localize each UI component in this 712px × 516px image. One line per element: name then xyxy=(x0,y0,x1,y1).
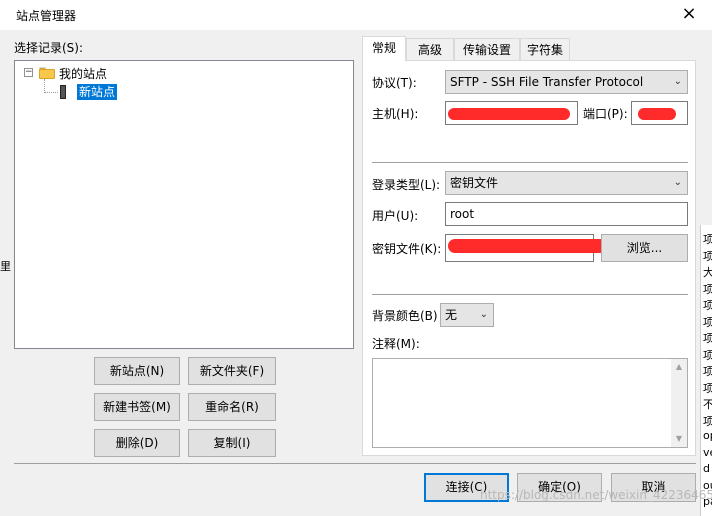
background-color-select[interactable]: 无 ⌄ xyxy=(440,303,494,327)
background-window-left-glyph: 里 xyxy=(0,260,11,273)
keyfile-label: 密钥文件(K): xyxy=(372,242,442,256)
login-type-select[interactable]: 密钥文件 ⌄ xyxy=(445,171,688,195)
background-window-glyph: 不 xyxy=(703,398,712,411)
background-window-glyph: op xyxy=(703,429,712,442)
scroll-down-icon[interactable]: ▼ xyxy=(671,431,687,447)
copy-button[interactable]: 复制(I) xyxy=(188,429,276,457)
background-window-glyph: 项 xyxy=(703,282,712,296)
protocol-label: 协议(T): xyxy=(372,76,417,90)
tree-item-new-site[interactable]: 新站点 xyxy=(75,83,119,101)
user-label: 用户(U): xyxy=(372,209,419,223)
tree-collapse-icon[interactable]: − xyxy=(24,68,33,77)
chevron-down-icon: ⌄ xyxy=(673,177,682,188)
footer-separator xyxy=(14,463,696,464)
background-window-glyph: ve xyxy=(703,445,712,459)
host-label: 主机(H): xyxy=(372,107,419,121)
user-value: root xyxy=(450,207,475,221)
redaction-mark xyxy=(638,108,676,120)
tree-item-my-sites[interactable]: 我的站点 xyxy=(59,65,107,82)
login-type-value: 密钥文件 xyxy=(450,176,499,190)
browse-button[interactable]: 浏览... xyxy=(601,234,688,262)
port-label: 端口(P): xyxy=(583,107,628,121)
folder-icon xyxy=(39,67,55,79)
protocol-select[interactable]: SFTP - SSH File Transfer Protocol ⌄ xyxy=(445,70,688,94)
site-tree[interactable]: − 我的站点 新站点 xyxy=(14,60,354,349)
background-window-glyph: 项 xyxy=(703,299,712,312)
vertical-scrollbar[interactable]: ▲ ▼ xyxy=(671,359,687,447)
general-panel: 协议(T): SFTP - SSH File Transfer Protocol… xyxy=(362,60,696,456)
comments-label: 注释(M): xyxy=(372,337,420,351)
background-window-glyph: 项 xyxy=(703,414,712,428)
background-window-glyph: 项 xyxy=(703,348,712,362)
new-site-button[interactable]: 新站点(N) xyxy=(94,357,180,385)
close-icon[interactable]: × xyxy=(678,3,700,25)
comments-textarea[interactable]: ▲ ▼ xyxy=(372,358,688,448)
background-window-strip: 项项大项项项项项项项不项opvedoupack xyxy=(700,225,712,516)
background-window-glyph: 大 xyxy=(703,266,712,279)
site-tree-label: 选择记录(S): xyxy=(14,41,84,55)
background-window-glyph: 项 xyxy=(703,365,712,378)
new-folder-button[interactable]: 新文件夹(F) xyxy=(188,357,276,385)
background-window-glyph: 项 xyxy=(703,233,712,246)
tab-transfer-settings[interactable]: 传输设置 xyxy=(454,38,520,61)
background-color-value: 无 xyxy=(445,308,458,322)
tab-charset[interactable]: 字符集 xyxy=(520,38,570,61)
background-window-glyph: 项 xyxy=(703,332,712,345)
login-type-label: 登录类型(L): xyxy=(372,178,441,192)
background-window-glyph: d xyxy=(703,462,710,475)
separator xyxy=(372,294,688,295)
delete-button[interactable]: 删除(D) xyxy=(94,429,180,457)
background-window-glyph: 项 xyxy=(703,315,712,329)
keyfile-input[interactable] xyxy=(445,234,608,262)
host-input[interactable] xyxy=(445,101,578,125)
window-title: 站点管理器 xyxy=(16,9,77,23)
rename-button[interactable]: 重命名(R) xyxy=(188,393,276,421)
title-bar xyxy=(0,0,712,30)
watermark: https://blog.csdn.net/weixin_42236465 xyxy=(480,488,712,502)
server-icon xyxy=(60,85,66,99)
tab-advanced[interactable]: 高级 xyxy=(406,38,454,61)
background-color-label: 背景颜色(B) xyxy=(372,309,438,323)
background-window-glyph: 项 xyxy=(703,381,712,395)
port-input[interactable] xyxy=(631,101,688,125)
redaction-mark xyxy=(448,108,570,120)
user-input[interactable]: root xyxy=(445,202,688,226)
background-window-glyph: 项 xyxy=(703,249,712,263)
separator xyxy=(372,162,688,163)
tab-general[interactable]: 常规 xyxy=(362,36,406,61)
scroll-up-icon[interactable]: ▲ xyxy=(671,359,687,375)
chevron-down-icon: ⌄ xyxy=(479,309,488,320)
protocol-value: SFTP - SSH File Transfer Protocol xyxy=(450,75,644,89)
chevron-down-icon: ⌄ xyxy=(673,76,682,87)
redaction-mark xyxy=(448,239,608,253)
new-bookmark-button[interactable]: 新建书签(M) xyxy=(94,393,180,421)
